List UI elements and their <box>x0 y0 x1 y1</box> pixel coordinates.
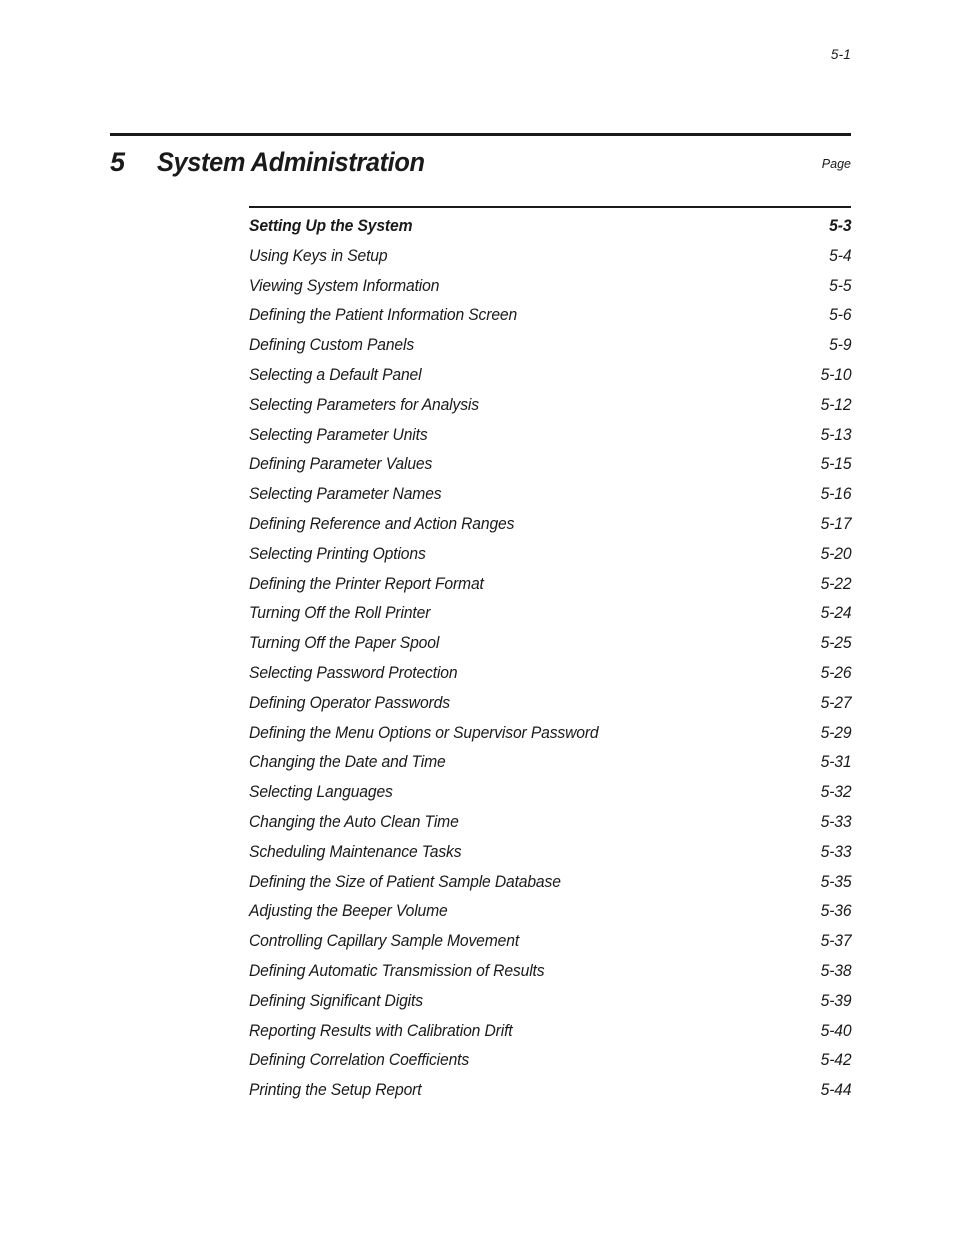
toc-entry-page-number: 5-17 <box>820 514 851 533</box>
toc-entry[interactable]: Defining the Menu Options or Supervisor … <box>249 719 851 749</box>
toc-entry-title: Turning Off the Roll Printer <box>249 604 431 623</box>
toc-entry[interactable]: Turning Off the Roll Printer 5-24 <box>249 599 851 629</box>
toc-entry-title: Turning Off the Paper Spool <box>249 634 440 653</box>
toc-entry-page-number: 5-26 <box>820 663 851 682</box>
toc-entry[interactable]: Selecting Printing Options 5-20 <box>249 540 851 570</box>
toc-entry-title: Defining the Printer Report Format <box>249 574 484 593</box>
toc-entry-title: Adjusting the Beeper Volume <box>249 902 448 921</box>
toc-entry-title: Scheduling Maintenance Tasks <box>249 842 462 861</box>
toc-entry[interactable]: Defining Parameter Values 5-15 <box>249 450 851 480</box>
toc-entry-title: Selecting a Default Panel <box>249 365 422 384</box>
toc-entry-page-number: 5-15 <box>820 455 851 474</box>
toc-entry[interactable]: Selecting Parameter Units 5-13 <box>249 421 851 451</box>
toc-entry-page-number: 5-37 <box>820 932 851 951</box>
toc-entry[interactable]: Selecting Parameters for Analysis 5-12 <box>249 391 851 421</box>
toc-entry-page-number: 5-39 <box>820 991 851 1010</box>
toc-entry-title: Selecting Parameter Names <box>249 485 442 504</box>
toc-entry-page-number: 5-9 <box>828 336 851 355</box>
toc-entry-page-number: 5-10 <box>820 365 851 384</box>
toc-entry[interactable]: Viewing System Information 5-5 <box>249 272 851 302</box>
toc-entry[interactable]: Controlling Capillary Sample Movement 5-3… <box>249 927 851 957</box>
toc-entry-title: Selecting Printing Options <box>249 544 426 563</box>
toc-entry-title: Defining Operator Passwords <box>249 693 450 712</box>
table-of-contents: Setting Up the System 5-3 Using Keys in Se… <box>249 212 851 1106</box>
toc-entry-page-number: 5-42 <box>820 1051 851 1070</box>
toc-entry[interactable]: Defining Operator Passwords 5-27 <box>249 689 851 719</box>
toc-entry-title: Changing the Auto Clean Time <box>249 812 459 831</box>
toc-entry[interactable]: Defining Reference and Action Ranges 5-17 <box>249 510 851 540</box>
toc-entry[interactable]: Adjusting the Beeper Volume 5-36 <box>249 897 851 927</box>
chapter-heading: 5 System Administration Page <box>110 143 851 183</box>
toc-entry-title: Defining Automatic Transmission of Resul… <box>249 961 545 980</box>
toc-entry-page-number: 5-25 <box>820 634 851 653</box>
toc-entry-title: Defining Reference and Action Ranges <box>249 514 515 533</box>
toc-entry-page-number: 5-16 <box>820 485 851 504</box>
toc-entry-title: Selecting Password Protection <box>249 663 458 682</box>
toc-entry-title: Defining Correlation Coefficients <box>249 1051 470 1070</box>
toc-entry[interactable]: Defining Automatic Transmission of Resul… <box>249 957 851 987</box>
toc-entry[interactable]: Reporting Results with Calibration Drift… <box>249 1017 851 1047</box>
toc-entry-page-number: 5-35 <box>820 872 851 891</box>
toc-entry[interactable]: Printing the Setup Report 5-44 <box>249 1076 851 1106</box>
toc-entry[interactable]: Changing the Auto Clean Time 5-33 <box>249 808 851 838</box>
toc-entry-title: Defining the Patient Information Screen <box>249 306 518 325</box>
toc-entry-page-number: 5-6 <box>828 306 851 325</box>
toc-entry-page-number: 5-20 <box>820 544 851 563</box>
toc-entry-page-number: 5-40 <box>820 1021 851 1040</box>
toc-entry-title: Setting Up the System <box>249 217 413 235</box>
toc-entry-page-number: 5-5 <box>828 276 851 295</box>
toc-entry-page-number: 5-33 <box>820 812 851 831</box>
page-title: System Administration <box>157 147 425 177</box>
toc-entry[interactable]: Turning Off the Paper Spool 5-25 <box>249 629 851 659</box>
toc-entry-page-number: 5-22 <box>820 574 851 593</box>
chapter-heading-rule <box>110 133 851 136</box>
chapter-number: 5 <box>110 147 125 177</box>
toc-section-entry[interactable]: Setting Up the System 5-3 <box>249 212 851 242</box>
toc-entry[interactable]: Selecting Parameter Names 5-16 <box>249 480 851 510</box>
toc-entry-title: Controlling Capillary Sample Movement <box>249 932 520 951</box>
toc-entry-title: Changing the Date and Time <box>249 753 446 772</box>
toc-entry-title: Defining the Size of Patient Sample Data… <box>249 872 561 891</box>
page-folio: 5-1 <box>830 47 851 62</box>
toc-entry-page-number: 5-3 <box>828 217 851 235</box>
toc-entry-page-number: 5-36 <box>820 902 851 921</box>
toc-entry-page-number: 5-38 <box>820 961 851 980</box>
toc-entry-title: Printing the Setup Report <box>249 1081 422 1100</box>
toc-entry-title: Viewing System Information <box>249 276 440 295</box>
toc-entry-page-number: 5-12 <box>820 395 851 414</box>
toc-entry-title: Defining Parameter Values <box>249 455 433 474</box>
toc-entry-title: Selecting Parameter Units <box>249 425 428 444</box>
toc-entry-title: Defining the Menu Options or Supervisor … <box>249 723 599 742</box>
toc-entry[interactable]: Defining the Printer Report Format 5-22 <box>249 570 851 600</box>
toc-entry-page-number: 5-24 <box>820 604 851 623</box>
toc-entry[interactable]: Scheduling Maintenance Tasks 5-33 <box>249 838 851 868</box>
toc-entry[interactable]: Defining Custom Panels 5-9 <box>249 331 851 361</box>
page-column-header: Page <box>821 157 851 171</box>
document-page: 5-1 5 System Administration Page Setting… <box>0 0 954 1235</box>
toc-entry[interactable]: Selecting Password Protection 5-26 <box>249 659 851 689</box>
toc-entry-page-number: 5-32 <box>820 783 851 802</box>
toc-entry-page-number: 5-31 <box>820 753 851 772</box>
toc-entry-title: Defining Significant Digits <box>249 991 423 1010</box>
toc-entry-title: Reporting Results with Calibration Drift <box>249 1021 513 1040</box>
toc-entry-page-number: 5-4 <box>828 246 851 265</box>
toc-entry-title: Selecting Parameters for Analysis <box>249 395 479 414</box>
toc-entry-page-number: 5-29 <box>820 723 851 742</box>
toc-entry[interactable]: Defining Correlation Coefficients 5-42 <box>249 1046 851 1076</box>
toc-entry-title: Defining Custom Panels <box>249 336 415 355</box>
toc-entry[interactable]: Selecting Languages 5-32 <box>249 778 851 808</box>
toc-top-rule <box>249 206 851 208</box>
toc-entry-page-number: 5-13 <box>820 425 851 444</box>
toc-entry[interactable]: Changing the Date and Time 5-31 <box>249 748 851 778</box>
toc-entry-page-number: 5-33 <box>820 842 851 861</box>
toc-entry[interactable]: Using Keys in Setup 5-4 <box>249 242 851 272</box>
toc-entry-title: Selecting Languages <box>249 783 393 802</box>
toc-entry-page-number: 5-27 <box>820 693 851 712</box>
toc-entry[interactable]: Defining the Patient Information Screen 5… <box>249 301 851 331</box>
toc-entry-title: Using Keys in Setup <box>249 246 388 265</box>
toc-entry[interactable]: Defining Significant Digits 5-39 <box>249 987 851 1017</box>
toc-entry-page-number: 5-44 <box>820 1081 851 1100</box>
toc-entry[interactable]: Defining the Size of Patient Sample Data… <box>249 868 851 898</box>
toc-entry[interactable]: Selecting a Default Panel 5-10 <box>249 361 851 391</box>
